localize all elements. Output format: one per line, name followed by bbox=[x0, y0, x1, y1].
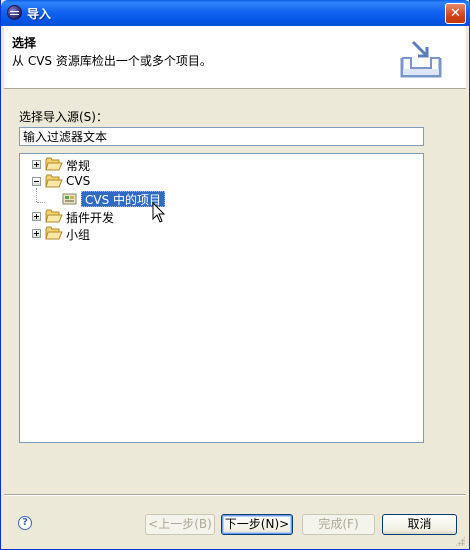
tree-item-label: CVS bbox=[66, 174, 91, 188]
collapse-minus-icon[interactable] bbox=[32, 177, 41, 186]
filter-input[interactable] bbox=[19, 127, 424, 146]
page-title: 选择 bbox=[12, 36, 37, 50]
eclipse-app-icon bbox=[7, 5, 22, 20]
cancel-button[interactable]: 取消 bbox=[382, 514, 457, 535]
folder-open-icon bbox=[45, 174, 63, 188]
import-source-label: 选择导入源(S)： bbox=[19, 110, 108, 124]
tree-item-label: 小组 bbox=[66, 228, 91, 242]
title-bar[interactable]: 导入 ✕ bbox=[1, 0, 470, 26]
wizard-header: 选择 从 CVS 资源库检出一个或多个项目。 bbox=[4, 26, 466, 89]
folder-icon bbox=[45, 157, 63, 171]
folder-icon bbox=[45, 226, 63, 240]
tree-item-label: 插件开发 bbox=[66, 211, 115, 225]
next-button[interactable]: 下一步(N)> bbox=[221, 514, 293, 535]
tree-item-team[interactable]: 小组 bbox=[20, 225, 220, 242]
finish-button[interactable]: 完成(F) bbox=[302, 514, 375, 535]
close-button[interactable]: ✕ bbox=[445, 3, 466, 24]
expand-plus-icon[interactable] bbox=[32, 160, 41, 169]
window-title: 导入 bbox=[27, 7, 52, 21]
import-source-tree[interactable]: 常规 CVS CVS 中的项目 插件开发 小组 bbox=[19, 153, 424, 443]
help-icon[interactable]: ? bbox=[18, 516, 32, 530]
import-dialog: 导入 ✕ 选择 从 CVS 资源库检出一个或多个项目。 选择导入源(S)： 常规 bbox=[0, 0, 470, 550]
folder-icon bbox=[45, 209, 63, 223]
resize-grip[interactable] bbox=[455, 536, 465, 546]
cvs-project-icon bbox=[62, 193, 77, 205]
footer-separator bbox=[4, 494, 466, 496]
import-wizard-icon bbox=[400, 40, 442, 78]
tree-item-plugin-dev[interactable]: 插件开发 bbox=[20, 208, 220, 225]
expand-plus-icon[interactable] bbox=[32, 229, 41, 238]
tree-item-cvs[interactable]: CVS bbox=[20, 173, 220, 190]
tree-item-general[interactable]: 常规 bbox=[20, 156, 220, 173]
tree-item-label: 常规 bbox=[66, 159, 91, 173]
mouse-pointer-icon bbox=[152, 202, 166, 223]
back-button[interactable]: <上一步(B) bbox=[145, 514, 215, 535]
expand-plus-icon[interactable] bbox=[32, 212, 41, 221]
tree-item-cvs-projects[interactable]: CVS 中的项目 bbox=[20, 191, 220, 208]
page-description: 从 CVS 资源库检出一个或多个项目。 bbox=[12, 54, 212, 68]
